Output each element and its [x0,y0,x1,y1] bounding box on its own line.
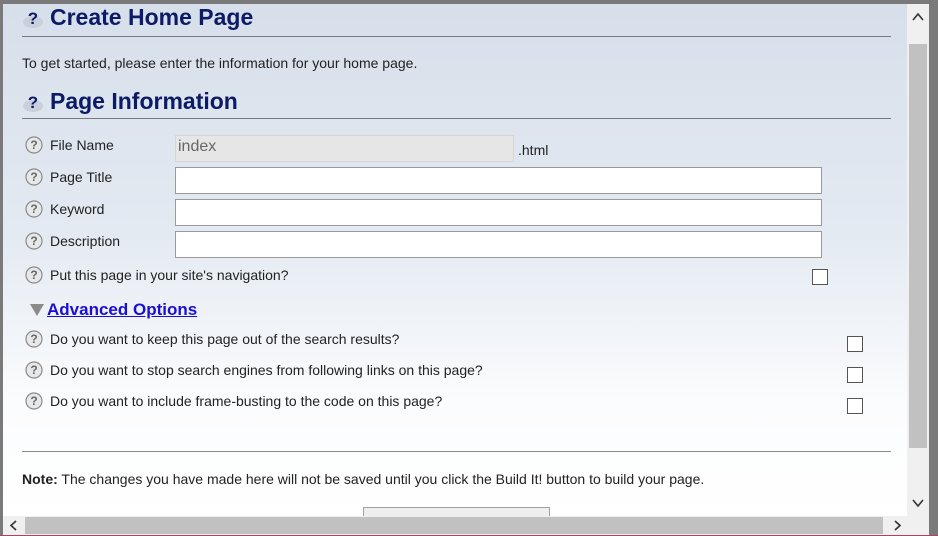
help-icon[interactable]: ? [25,136,43,154]
page-title-label: Page Title [50,169,113,185]
help-icon[interactable]: ? [25,168,43,186]
keyword-label: Keyword [50,201,105,217]
intro-text: To get started, please enter the informa… [22,55,418,71]
page-information-header: ? Page Information [22,88,891,119]
help-icon[interactable]: ? [25,232,43,250]
description-label: Description [50,233,121,249]
scrollbar-corner [929,516,938,536]
frame-busting-label: Do you want to include frame-busting to … [50,393,443,409]
file-extension-label: .html [518,142,549,158]
note-text: The changes you have made here will not … [57,471,705,487]
file-name-label: File Name [50,137,114,153]
horizontal-scrollbar[interactable] [3,516,929,535]
exclude-search-results-checkbox[interactable] [847,336,863,352]
help-icon[interactable]: ? [22,93,44,113]
nofollow-links-checkbox[interactable] [847,367,863,383]
nofollow-links-label: Do you want to stop search engines from … [50,362,483,378]
save-note: Note: The changes you have made here wil… [22,471,704,487]
scroll-left-arrow-icon[interactable] [3,516,23,535]
section-title: Page Information [50,88,238,114]
svg-text:?: ? [30,234,37,248]
help-icon[interactable]: ? [25,361,43,379]
help-icon[interactable]: ? [22,9,44,29]
help-icon[interactable]: ? [25,330,43,348]
page-viewport: ? Create Home Page To get started, pleas… [3,4,907,516]
build-it-button[interactable] [363,507,550,516]
navigation-label: Put this page in your site's navigation? [50,267,289,283]
description-input[interactable] [175,231,822,258]
svg-text:?: ? [30,394,37,408]
exclude-search-results-label: Do you want to keep this page out of the… [50,331,400,347]
scroll-right-arrow-icon[interactable] [888,516,908,535]
divider [22,451,891,452]
help-icon[interactable]: ? [25,200,43,218]
svg-text:?: ? [30,138,37,152]
help-icon[interactable]: ? [25,266,43,284]
svg-text:?: ? [28,9,38,28]
svg-text:?: ? [28,93,38,112]
svg-text:?: ? [30,363,37,377]
frame-busting-checkbox[interactable] [847,398,863,414]
page-title-input[interactable] [175,167,822,194]
vertical-scrollbar[interactable] [907,4,929,516]
expand-triangle-icon[interactable] [30,304,44,316]
keyword-input[interactable] [175,199,822,226]
window-right-edge [929,0,938,536]
page-title: Create Home Page [50,4,254,30]
scroll-down-arrow-icon[interactable] [907,492,929,514]
advanced-options-link[interactable]: Advanced Options [47,300,197,320]
scroll-up-arrow-icon[interactable] [907,6,929,28]
svg-text:?: ? [30,332,37,346]
svg-text:?: ? [30,268,37,282]
help-icon[interactable]: ? [25,392,43,410]
horizontal-scroll-thumb[interactable] [25,517,883,534]
note-prefix: Note: [22,471,58,487]
create-home-page-header: ? Create Home Page [22,4,891,37]
svg-text:?: ? [30,202,37,216]
navigation-checkbox[interactable] [812,269,828,285]
file-name-input: index [175,135,514,162]
vertical-scroll-thumb[interactable] [909,44,927,448]
svg-text:?: ? [30,170,37,184]
